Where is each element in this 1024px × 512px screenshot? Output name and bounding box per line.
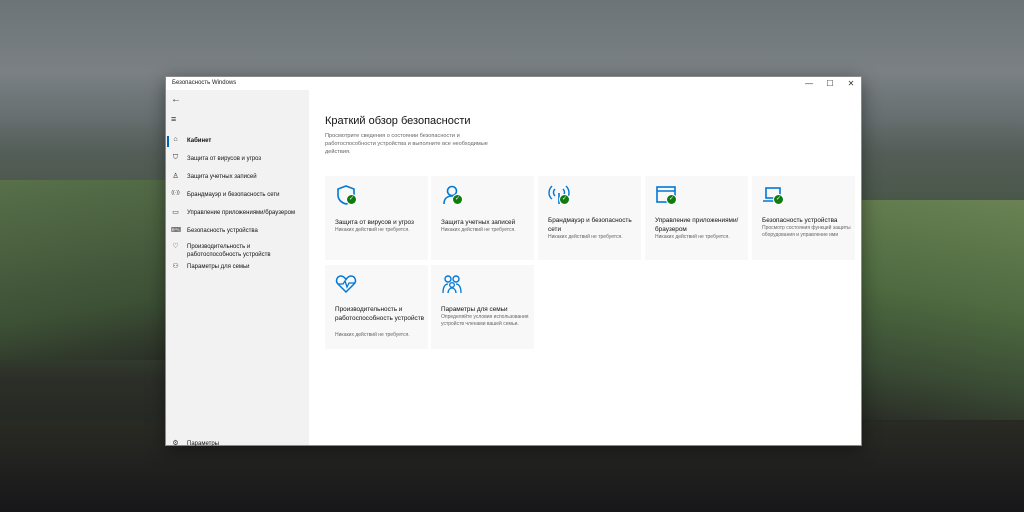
- tile-status: Просмотр состояния функций защиты оборуд…: [762, 225, 851, 238]
- tile-family-options[interactable]: Параметры для семьи Определяйте условия …: [431, 265, 534, 349]
- shield-icon: ⛉: [172, 154, 179, 161]
- window-title: Безопасность Windows: [172, 80, 237, 86]
- tile-title: Защита учетных записей: [441, 219, 516, 226]
- sidebar-item-label: Параметры для семьи: [187, 264, 250, 270]
- tile-device-security[interactable]: ✓ Безопасность устройства Просмотр состо…: [752, 176, 855, 260]
- gear-icon: ⚙: [172, 440, 179, 447]
- heart-icon: [335, 275, 357, 294]
- heart-icon: ♡: [172, 243, 179, 250]
- browser-icon: ▭: [172, 209, 179, 216]
- antenna-icon: ((·)): [171, 190, 180, 196]
- tile-title: Параметры для семьи: [441, 306, 508, 313]
- background-field-right: [854, 200, 1024, 420]
- tile-title: Защита от вирусов и угроз: [335, 219, 414, 226]
- tile-app-browser-control[interactable]: ✓ Управление приложениями/браузером Ника…: [645, 176, 748, 260]
- sidebar-item-firewall[interactable]: ((·)) Брандмауэр и безопасность сети: [166, 188, 309, 204]
- main-content: Краткий обзор безопасности Просмотрите с…: [309, 90, 861, 445]
- back-arrow-icon[interactable]: ←: [171, 94, 181, 105]
- family-icon: [442, 275, 462, 294]
- tile-device-performance[interactable]: Производительность и работоспособность у…: [325, 265, 428, 349]
- sidebar: ← ≡ ⌂ Кабинет ⛉ Защита от вирусов и угро…: [166, 90, 309, 447]
- sidebar-item-label: Производительность и работоспособность у…: [187, 244, 271, 258]
- home-icon: ⌂: [173, 136, 178, 143]
- tile-firewall[interactable]: ✓ Брандмауэр и безопасность сети Никаких…: [538, 176, 641, 260]
- sidebar-item-settings[interactable]: ⚙ Параметры: [166, 437, 309, 451]
- windows-security-window: Безопасность Windows — ☐ ✕ ← ≡ ⌂ Кабинет…: [166, 77, 861, 447]
- background-field-left: [0, 180, 170, 360]
- sidebar-item-label: Управление приложениями/браузером: [187, 210, 296, 216]
- minimize-button[interactable]: —: [798, 78, 820, 89]
- tile-status: Никаких действий не требуется.: [441, 227, 516, 233]
- hamburger-menu-icon[interactable]: ≡: [171, 114, 176, 124]
- sidebar-item-virus-protection[interactable]: ⛉ Защита от вирусов и угроз: [166, 152, 309, 168]
- laptop-icon: ⌨: [171, 227, 182, 234]
- sidebar-item-label: Безопасность устройства: [187, 228, 258, 234]
- tile-status: Никаких действий не требуется.: [548, 234, 623, 240]
- sidebar-item-label: Защита от вирусов и угроз: [187, 156, 262, 162]
- sidebar-item-account-protection[interactable]: ♙ Защита учетных записей: [166, 170, 309, 186]
- tile-title: Производительность и работоспособность у…: [335, 306, 425, 322]
- sidebar-item-home[interactable]: ⌂ Кабинет: [166, 134, 309, 150]
- maximize-button[interactable]: ☐: [819, 78, 841, 89]
- status-ok-badge: ✓: [346, 194, 357, 205]
- tile-account-protection[interactable]: ✓ Защита учетных записей Никаких действи…: [431, 176, 534, 260]
- sidebar-item-label: Кабинет: [187, 138, 212, 144]
- tile-status: Никаких действий не требуется.: [655, 234, 730, 240]
- close-button[interactable]: ✕: [840, 78, 862, 89]
- sidebar-item-label: Параметры: [187, 441, 219, 447]
- sidebar-item-device-security[interactable]: ⌨ Безопасность устройства: [166, 224, 309, 240]
- sidebar-item-label: Защита учетных записей: [187, 174, 257, 180]
- sidebar-item-family-options[interactable]: ⚇ Параметры для семьи: [166, 260, 309, 276]
- page-description: Просмотрите сведения о состоянии безопас…: [325, 133, 488, 155]
- tile-title: Брандмауэр и безопасность сети: [548, 217, 632, 233]
- status-ok-badge: ✓: [559, 194, 570, 205]
- family-icon: ⚇: [172, 263, 179, 270]
- sidebar-item-label: Брандмауэр и безопасность сети: [187, 192, 280, 198]
- tile-title: Безопасность устройства: [762, 217, 838, 224]
- tile-title: Управление приложениями/браузером: [655, 217, 739, 233]
- page-title: Краткий обзор безопасности: [325, 115, 471, 127]
- status-ok-badge: ✓: [452, 194, 463, 205]
- title-bar[interactable]: Безопасность Windows — ☐ ✕: [166, 77, 861, 90]
- status-ok-badge: ✓: [666, 194, 677, 205]
- sidebar-item-device-performance[interactable]: ♡ Производительность и работоспособность…: [166, 240, 309, 260]
- person-icon: ♙: [172, 173, 179, 180]
- tile-status: Никаких действий не требуется.: [335, 227, 410, 233]
- tile-virus-protection[interactable]: ✓ Защита от вирусов и угроз Никаких дейс…: [325, 176, 428, 260]
- status-ok-badge: ✓: [773, 194, 784, 205]
- tile-status: Никаких действий не требуется.: [335, 332, 410, 338]
- sidebar-item-app-browser-control[interactable]: ▭ Управление приложениями/браузером: [166, 206, 309, 222]
- tile-status: Определяйте условия использования устрой…: [441, 314, 529, 327]
